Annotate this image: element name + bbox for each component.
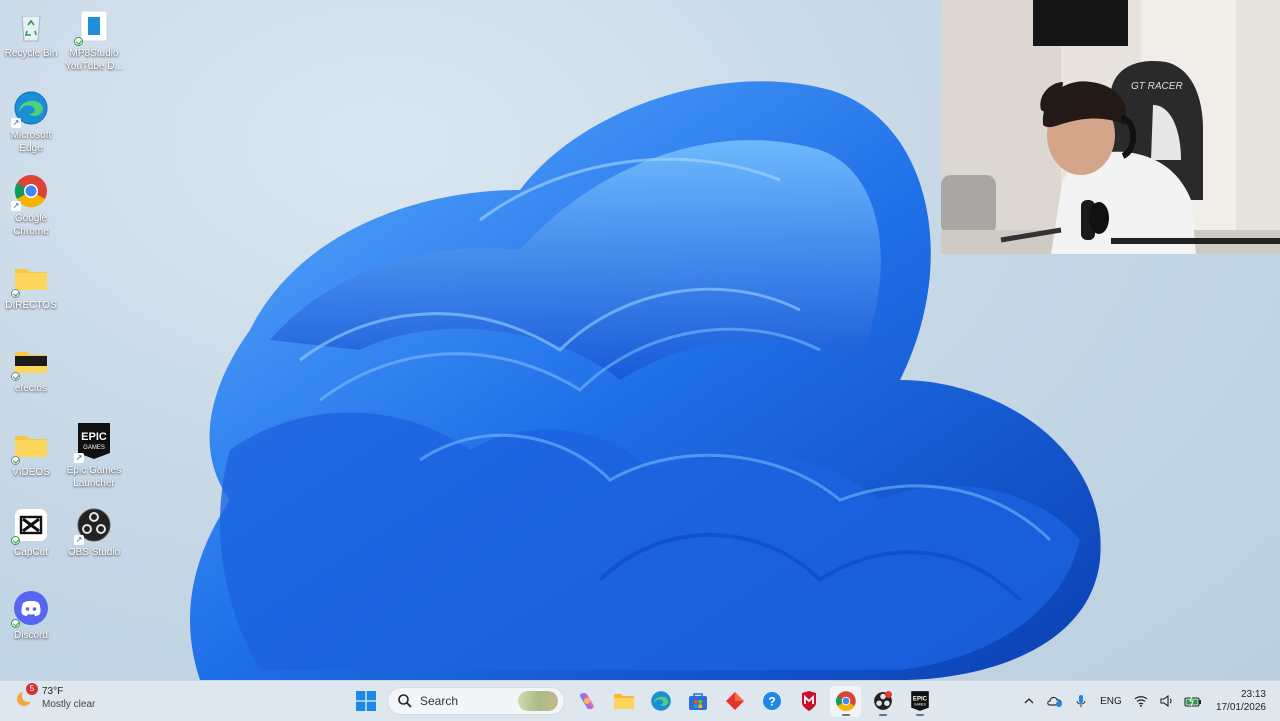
desktop-icon-directos-folder[interactable]: DIRECTOS [0, 260, 62, 312]
weather-temperature: 73°F [42, 686, 64, 697]
folder-icon [11, 260, 49, 298]
onedrive-info-icon [1047, 696, 1062, 707]
capcut-icon [11, 507, 49, 545]
clock-date: 17/01/2026 [1215, 702, 1266, 713]
folder-icon [11, 427, 49, 465]
chrome-icon [835, 691, 856, 711]
shortcut-arrow-icon: ↗ [11, 118, 21, 128]
desktop-icon-microsoft-edge[interactable]: ↗ Microsoft Edge [0, 90, 62, 155]
search-highlight-image [518, 691, 558, 711]
file-explorer-button[interactable] [608, 686, 639, 717]
shortcut-arrow-icon: ↗ [74, 535, 84, 545]
sync-status-icon [11, 456, 20, 465]
desktop-icon-epic-games-launcher[interactable]: EPIC GAMES ↗ Epic Games Launcher [63, 421, 125, 490]
epic-games-icon: EPIC GAMES ↗ [74, 421, 112, 463]
clock-time: 23:13 [1240, 689, 1266, 700]
system-tray: ENG 23:13 17/01/2026 [1016, 681, 1280, 721]
get-help-button[interactable]: ? [756, 686, 787, 717]
desktop-icon-efectos-folder[interactable]: efectos [0, 343, 62, 395]
microphone-icon [1076, 695, 1086, 707]
sync-status-icon [11, 536, 20, 545]
copilot-icon [579, 692, 594, 710]
start-button[interactable] [350, 686, 381, 717]
sync-status-icon [74, 37, 83, 46]
folder-icon [11, 343, 49, 381]
copilot-button[interactable] [571, 686, 602, 717]
store-icon [688, 693, 707, 710]
edge-icon [650, 691, 671, 711]
desktop-icon-recycle-bin[interactable]: Recycle Bin [0, 8, 62, 60]
webcam-overlay: GT RACER [941, 0, 1280, 254]
language-indicator[interactable]: ENG [1094, 681, 1128, 721]
file-explorer-icon [613, 694, 634, 709]
svg-text:EPIC: EPIC [81, 431, 107, 443]
volume-tray-button[interactable] [1154, 681, 1180, 721]
webcam-feed: GT RACER [941, 0, 1280, 254]
taskbar: 5 73°F Mostly clear Search ? EPIC GAMES … [0, 680, 1280, 721]
obs-taskbar-button[interactable] [867, 686, 898, 717]
search-icon [398, 694, 412, 708]
red-diamond-app-button[interactable] [719, 686, 750, 717]
taskbar-clock[interactable]: 23:13 17/01/2026 [1216, 688, 1266, 714]
mcafee-button[interactable] [793, 686, 824, 717]
weather-widget[interactable]: 5 73°F Mostly clear [14, 683, 96, 711]
shortcut-arrow-icon: ↗ [74, 453, 84, 463]
chrome-taskbar-button[interactable] [830, 685, 861, 717]
onedrive-tray-button[interactable] [1042, 681, 1068, 721]
recording-indicator-icon [885, 690, 892, 698]
shortcut-arrow-icon: ↗ [11, 201, 21, 211]
wifi-icon [1134, 696, 1148, 707]
wifi-tray-button[interactable] [1128, 681, 1154, 721]
weather-notification-badge: 5 [26, 683, 38, 695]
chair-brand-text: GT RACER [1131, 81, 1183, 92]
discord-icon [11, 590, 49, 628]
desktop-icon-mp8studio[interactable]: MP8Studio YouTube D... [63, 8, 125, 73]
chevron-up-icon [1024, 698, 1034, 704]
recycle-bin-icon [13, 8, 49, 44]
edge-icon: ↗ [11, 90, 49, 128]
sync-status-icon [11, 289, 20, 298]
chrome-icon: ↗ [11, 173, 49, 211]
svg-text:?: ? [768, 695, 775, 709]
obs-icon: ↗ [74, 507, 112, 545]
desktop-icon-obs-studio[interactable]: ↗ OBS Studio [63, 507, 125, 559]
taskbar-apps: Search ? EPIC GAMES [350, 685, 935, 717]
search-placeholder: Search [420, 694, 459, 708]
desktop-icon-videos-folder[interactable]: VIDEOS [0, 427, 62, 479]
svg-text:GAMES: GAMES [914, 702, 927, 706]
edge-taskbar-button[interactable] [645, 686, 676, 717]
app-red-diamond-icon [725, 692, 744, 710]
svg-text:EPIC: EPIC [912, 696, 927, 702]
windows-logo-icon [355, 691, 376, 711]
desktop-icon-capcut[interactable]: CapCut [0, 507, 62, 559]
taskbar-search[interactable]: Search [387, 687, 565, 715]
microphone-tray-button[interactable] [1068, 681, 1094, 721]
speaker-icon [1160, 695, 1172, 707]
weather-condition: Mostly clear [42, 699, 96, 710]
svg-text:GAMES: GAMES [83, 445, 105, 451]
desktop-icon-google-chrome[interactable]: ↗ Google Chrome [0, 173, 62, 238]
desktop-icon-discord[interactable]: Discord [0, 590, 62, 642]
epic-games-icon: EPICGAMES [910, 691, 929, 711]
battery-charging-icon [1184, 695, 1201, 707]
battery-tray-button[interactable] [1180, 681, 1206, 721]
help-icon: ? [762, 692, 781, 710]
sync-status-icon [11, 372, 20, 381]
epic-games-taskbar-button[interactable]: EPIC GAMES [904, 686, 935, 717]
mcafee-icon [801, 691, 816, 711]
show-hidden-icons-button[interactable] [1016, 681, 1042, 721]
mp8studio-icon [74, 8, 112, 46]
sync-status-icon [11, 619, 20, 628]
store-button[interactable] [682, 686, 713, 717]
